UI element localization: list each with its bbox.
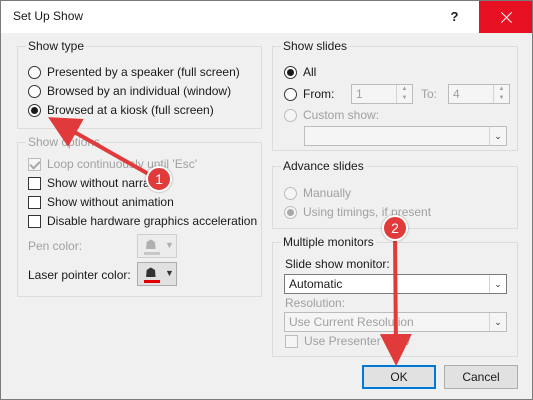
chevron-down-icon: ⌄ <box>489 313 506 331</box>
from-radio[interactable] <box>284 87 297 101</box>
custom-show-radio <box>284 108 297 122</box>
pen-color-label: Pen color: <box>28 239 83 253</box>
resolution-select: Use Current Resolution ⌄ <box>284 312 507 332</box>
show-slides-title: Show slides <box>281 39 350 53</box>
to-row: To: <box>421 87 437 101</box>
pen-color-button: ☗ ▼ <box>137 234 177 258</box>
advance-manually-option: Manually <box>284 186 351 200</box>
show-type-individual-option[interactable]: Browsed by an individual (window) <box>28 84 231 98</box>
narration-checkbox[interactable] <box>28 176 41 190</box>
manually-label: Manually <box>303 186 352 200</box>
pen-color-row: Pen color: <box>28 239 82 253</box>
caret-up-icon: ▲ <box>401 86 408 92</box>
close-button[interactable] <box>479 1 532 33</box>
show-without-animation-option[interactable]: Show without animation <box>28 195 174 209</box>
timings-radio <box>284 205 297 219</box>
show-type-kiosk-option[interactable]: Browsed at a kiosk (full screen) <box>28 103 214 117</box>
multiple-monitors-title: Multiple monitors <box>281 235 376 249</box>
timings-label: Using timings, if present <box>303 205 432 219</box>
chevron-down-icon: ▼ <box>165 240 174 250</box>
paint-bucket-icon: ☗ <box>145 265 157 280</box>
individual-label: Browsed by an individual (window) <box>47 84 232 98</box>
laser-pointer-color-label: Laser pointer color: <box>28 268 131 282</box>
resolution-row: Resolution: <box>285 296 345 310</box>
individual-radio[interactable] <box>28 84 41 98</box>
show-slides-all-option[interactable]: All <box>284 65 316 79</box>
laser-pointer-color-button[interactable]: ☗ ▼ <box>137 262 177 286</box>
pen-color-swatch <box>144 252 160 255</box>
manually-radio <box>284 186 297 200</box>
to-label: To: <box>421 87 438 101</box>
animation-checkbox[interactable] <box>28 195 41 209</box>
presenter-view-label: Use Presenter View <box>304 334 410 348</box>
presenter-view-option: Use Presenter View <box>285 334 410 348</box>
paint-bucket-icon: ☗ <box>145 237 157 252</box>
chevron-down-icon: ▼ <box>165 268 174 278</box>
from-slide-value: 1 <box>356 87 363 101</box>
all-slides-label: All <box>303 65 317 79</box>
custom-show-select: ⌄ <box>304 126 507 146</box>
caret-down-icon: ▼ <box>498 95 505 101</box>
caret-up-icon: ▲ <box>498 86 505 92</box>
spinner-buttons: ▲ ▼ <box>493 85 509 103</box>
loop-label: Loop continuously until 'Esc' <box>47 157 198 171</box>
hw-acceleration-label: Disable hardware graphics acceleration <box>47 214 258 228</box>
animation-label: Show without animation <box>47 195 174 209</box>
ok-button[interactable]: OK <box>362 365 436 389</box>
show-options-title: Show options <box>26 135 103 149</box>
from-slide-spinner: 1 ▲ ▼ <box>351 84 413 104</box>
chevron-down-icon: ⌄ <box>489 127 506 145</box>
cancel-button[interactable]: Cancel <box>444 365 518 389</box>
speaker-label: Presented by a speaker (full screen) <box>47 65 240 79</box>
kiosk-label: Browsed at a kiosk (full screen) <box>47 103 214 117</box>
spinner-buttons: ▲ ▼ <box>396 85 412 103</box>
to-slide-value: 4 <box>453 87 460 101</box>
show-type-title: Show type <box>26 39 87 53</box>
show-slides-from-option[interactable]: From: <box>284 87 334 101</box>
custom-show-option: Custom show: <box>284 108 379 122</box>
disable-hw-acceleration-option[interactable]: Disable hardware graphics acceleration <box>28 214 257 228</box>
loop-continuously-option: Loop continuously until 'Esc' <box>28 157 197 171</box>
resolution-label: Resolution: <box>285 296 346 310</box>
loop-checkbox <box>28 157 41 171</box>
title-bar: Set Up Show ? <box>1 1 532 33</box>
dialog-title: Set Up Show <box>13 9 84 23</box>
to-slide-spinner: 4 ▲ ▼ <box>448 84 510 104</box>
advance-timings-option: Using timings, if present <box>284 205 431 219</box>
advance-slides-title: Advance slides <box>281 159 366 173</box>
laser-pointer-color-row: Laser pointer color: <box>28 268 131 282</box>
help-button[interactable]: ? <box>431 1 478 33</box>
slide-show-monitor-row: Slide show monitor: <box>285 257 390 271</box>
from-label: From: <box>303 87 335 101</box>
caret-down-icon: ▼ <box>401 95 408 101</box>
hw-acceleration-checkbox[interactable] <box>28 214 41 228</box>
laser-pointer-color-swatch <box>144 280 160 283</box>
slide-show-monitor-select[interactable]: Automatic ⌄ <box>284 274 507 294</box>
presenter-view-checkbox <box>285 334 298 348</box>
show-type-speaker-option[interactable]: Presented by a speaker (full screen) <box>28 65 240 79</box>
chevron-down-icon: ⌄ <box>489 275 506 293</box>
set-up-show-dialog: Set Up Show ? Show type Presented by a s… <box>0 0 533 400</box>
slide-show-monitor-value: Automatic <box>289 277 343 291</box>
resolution-value: Use Current Resolution <box>289 315 414 329</box>
annotation-badge-1: 1 <box>146 166 172 192</box>
annotation-badge-2: 2 <box>382 215 408 241</box>
slide-show-monitor-label: Slide show monitor: <box>285 257 390 271</box>
speaker-radio[interactable] <box>28 65 41 79</box>
kiosk-radio[interactable] <box>28 103 41 117</box>
all-slides-radio[interactable] <box>284 65 297 79</box>
custom-show-label: Custom show: <box>303 108 380 122</box>
